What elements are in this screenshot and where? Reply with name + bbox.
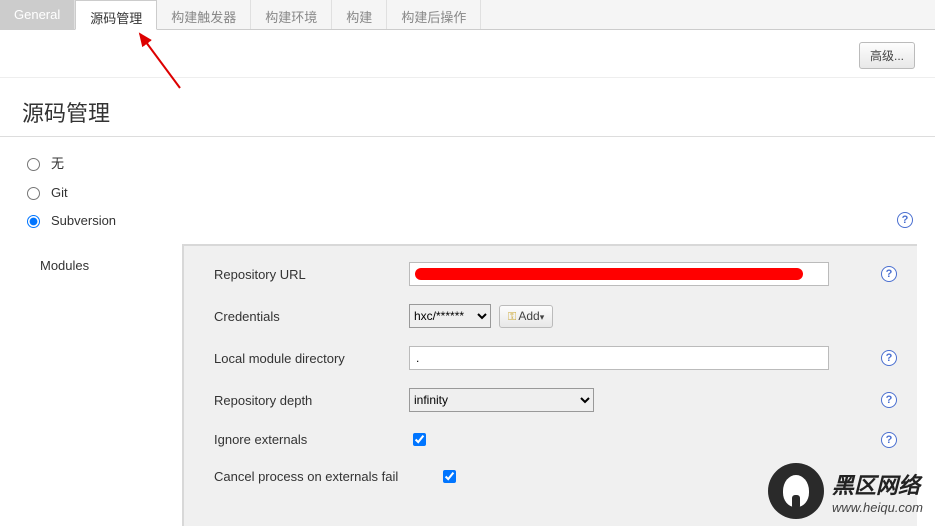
tab-post-build[interactable]: 构建后操作 [387,0,481,29]
cancel-externals-label: Cancel process on externals fail [214,469,439,484]
local-dir-label: Local module directory [214,351,409,366]
tab-build-env[interactable]: 构建环境 [251,0,332,29]
tab-scm[interactable]: 源码管理 [75,0,157,30]
ignore-externals-label: Ignore externals [214,432,409,447]
ignore-externals-checkbox[interactable] [413,433,426,446]
key-icon: ⚿ [508,311,516,324]
help-icon[interactable]: ? [881,392,897,408]
tab-build[interactable]: 构建 [332,0,387,29]
subversion-config: Modules Repository URL ? Credentials hxc… [22,244,935,526]
modules-label: Modules [22,244,182,273]
radio-subversion-label: Subversion [51,213,116,228]
add-credentials-button[interactable]: ⚿Add▾ [499,305,553,328]
help-icon[interactable]: ? [881,266,897,282]
radio-git[interactable] [27,187,40,200]
repo-url-label: Repository URL [214,267,409,282]
divider [0,136,935,137]
radio-subversion[interactable] [27,215,40,228]
radio-git-label: Git [51,185,68,200]
module-config-panel: Repository URL ? Credentials hxc/****** … [182,244,917,526]
radio-none-label: 无 [51,153,64,172]
local-dir-input[interactable] [409,346,829,370]
config-tabs: General 源码管理 构建触发器 构建环境 构建 构建后操作 [0,0,935,30]
redaction-bar [415,268,803,280]
help-icon[interactable]: ? [881,350,897,366]
section-title: 源码管理 [22,96,935,128]
scm-radio-group: 无 Git Subversion ? [22,147,935,234]
depth-label: Repository depth [214,393,409,408]
help-icon[interactable]: ? [881,432,897,448]
depth-select[interactable]: infinity [409,388,594,412]
radio-none[interactable] [27,158,40,171]
advanced-button[interactable]: 高级... [859,42,915,69]
credentials-label: Credentials [214,309,409,324]
tab-build-triggers[interactable]: 构建触发器 [157,0,251,29]
credentials-select[interactable]: hxc/****** [409,304,491,328]
help-icon[interactable]: ? [897,212,913,228]
tab-general[interactable]: General [0,0,75,29]
top-toolbar: 高级... [0,30,935,78]
cancel-externals-checkbox[interactable] [443,470,456,483]
